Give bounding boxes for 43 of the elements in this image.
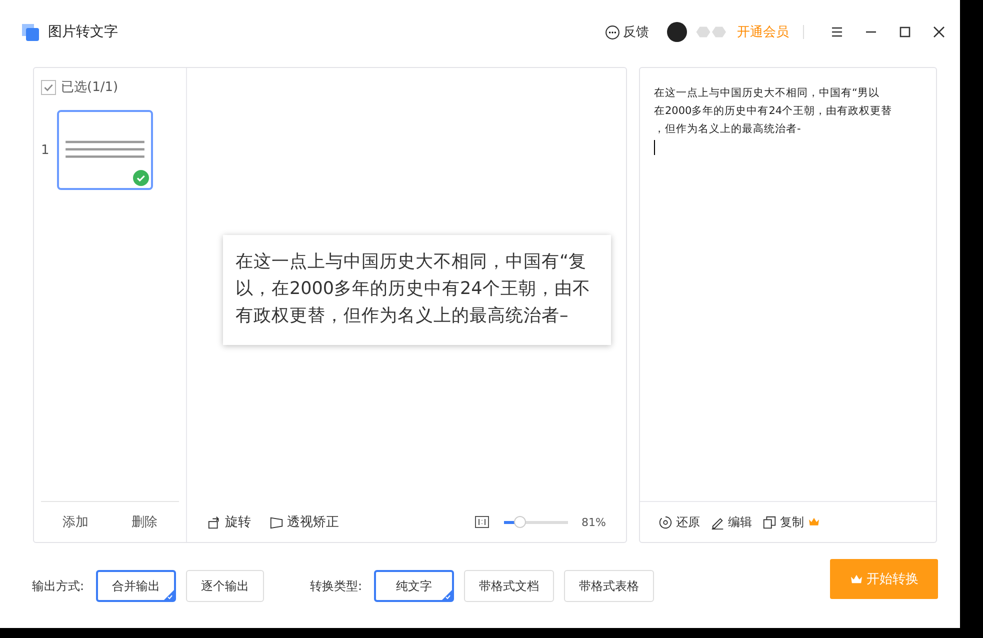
restore-icon — [658, 514, 673, 530]
result-text-line: 在2000多年的历史中有24个王朝，由有政权更替 — [654, 104, 894, 119]
preview-text-line: 在这一点上与中国历史大不相同，中国有“复 — [236, 251, 588, 274]
window-title: 图片转文字 — [48, 23, 118, 41]
result-text-line: ，但作为名义上的最高统治者- — [654, 122, 802, 137]
actual-size-icon[interactable] — [474, 514, 490, 530]
close-icon[interactable] — [932, 25, 946, 39]
skewed-frame-icon — [269, 514, 284, 530]
file-index: 1 — [41, 142, 49, 158]
zoom-reading: 81% — [582, 516, 606, 528]
file-action-button[interactable]: 删除 — [126, 512, 164, 532]
convert-type-option[interactable]: 带格式表格 — [564, 570, 654, 602]
zoom-slider[interactable] — [504, 516, 568, 528]
maximize-icon[interactable] — [898, 25, 912, 39]
avatar[interactable] — [667, 22, 687, 42]
feedback-button[interactable]: 反馈 — [605, 23, 649, 41]
file-action-button[interactable]: 添加 — [56, 512, 94, 532]
preview-text-line: 以，在2000多年的历史中有24个王朝，由不 — [236, 278, 592, 301]
corner-check-icon — [164, 590, 174, 600]
chat-bubble-icon — [605, 24, 620, 40]
output-mode-label: 输出方式: — [32, 578, 84, 594]
convert-type-option[interactable]: 带格式文档 — [464, 570, 554, 602]
output-mode-option[interactable]: 合并输出 — [96, 570, 176, 602]
preview-text-line: 有政权更替，但作为名义上的最高统治者– — [236, 305, 570, 328]
file-thumbnail[interactable] — [57, 110, 153, 190]
convert-type-option[interactable]: 纯文字 — [374, 570, 454, 602]
select-all-label: 已选(1/1) — [61, 79, 118, 96]
menu-icon[interactable] — [830, 25, 844, 39]
corner-check-icon — [442, 590, 452, 600]
text-cursor — [654, 140, 655, 155]
copy-icon — [762, 514, 777, 530]
result-action-button[interactable]: 还原 — [658, 514, 700, 530]
convert-type-label: 转换类型: — [310, 578, 362, 594]
output-mode-option[interactable]: 逐个输出 — [186, 570, 264, 602]
preview-tool-button[interactable]: 透视矫正 — [269, 513, 339, 531]
result-action-button[interactable]: 编辑 — [710, 514, 752, 530]
rotate-icon — [207, 514, 222, 530]
result-action-button[interactable]: 复制 — [762, 514, 804, 530]
preview-tool-button[interactable]: 旋转 — [207, 513, 251, 531]
app-logo-icon — [20, 22, 40, 42]
badge-icon — [695, 25, 729, 39]
select-all-checkbox[interactable] — [41, 80, 56, 94]
result-text-line: 在这一点上与中国历史大不相同，中国有“男以 — [654, 86, 880, 101]
